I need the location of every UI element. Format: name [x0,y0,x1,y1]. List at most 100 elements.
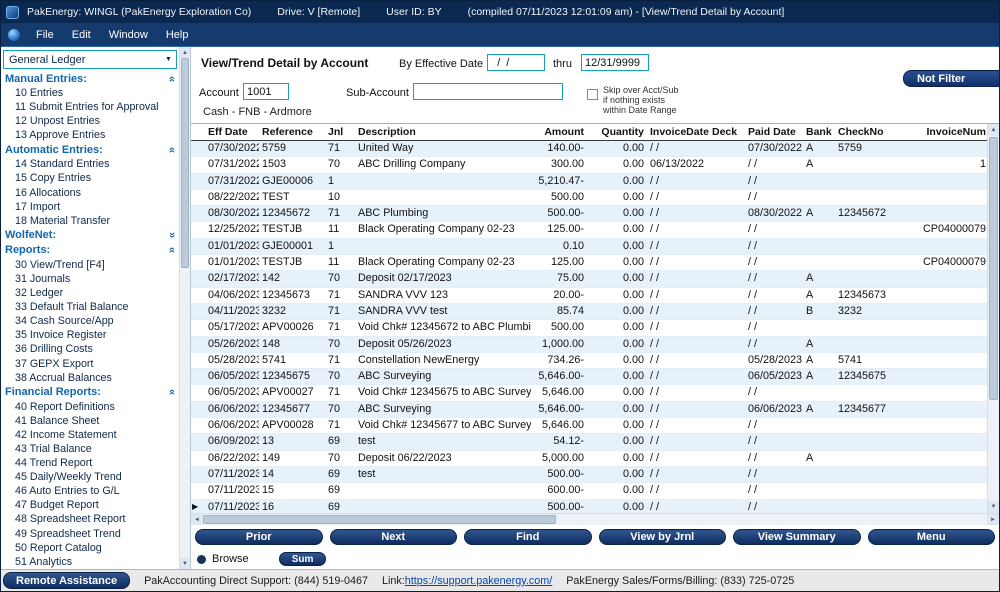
action-button-prior[interactable]: Prior [195,529,323,545]
sidebar-item-37-gepx-export[interactable]: 37 GEPX Export [1,357,179,371]
sidebar-item-40-report-definitions[interactable]: 40 Report Definitions [1,400,179,414]
menu-item-window[interactable]: Window [100,25,157,45]
sidebar-section-financial-reports[interactable]: Financial Reports:» [1,385,179,400]
action-button-next[interactable]: Next [330,529,458,545]
table-vertical-scrollbar[interactable]: ▲ ▼ [987,124,999,513]
column-header-checkno[interactable]: CheckNo [835,124,899,140]
module-selector[interactable]: General Ledger ▼ [3,50,177,69]
table-row[interactable]: 06/05/2023APV0002771Void Chk# 12345675 t… [191,385,987,401]
sidebar-item-47-budget-report[interactable]: 47 Budget Report [1,498,179,512]
sidebar-item-11-submit-entries-for-approval[interactable]: 11 Submit Entries for Approval [1,100,179,114]
sidebar-section-automatic-entries[interactable]: Automatic Entries:» [1,142,179,157]
action-button-view-summary[interactable]: View Summary [733,529,861,545]
date-to-input[interactable] [581,54,649,71]
table-row[interactable]: 05/17/2023APV0002671Void Chk# 12345672 t… [191,320,987,336]
sidebar-item-49-spreadsheet-trend[interactable]: 49 Spreadsheet Trend [1,527,179,541]
sidebar-item-45-daily-weekly-trend[interactable]: 45 Daily/Weekly Trend [1,470,179,484]
column-header-description[interactable]: Description [355,124,531,140]
table-vscroll-track[interactable] [988,136,999,501]
scroll-up-arrow-icon[interactable]: ▲ [988,124,999,136]
sidebar-item-15-copy-entries[interactable]: 15 Copy Entries [1,171,179,185]
support-link[interactable]: https://support.pakenergy.com/ [405,575,552,587]
table-row[interactable]: 04/11/2023323271SANDRA VVV test85.740.00… [191,304,987,320]
not-filter-button[interactable]: Not Filter [903,70,1000,87]
sum-button[interactable]: Sum [279,552,327,566]
table-row[interactable]: 07/30/2022575971United Way140.00-0.00/ /… [191,141,987,157]
sidebar-item-17-import[interactable]: 17 Import [1,200,179,214]
action-button-find[interactable]: Find [464,529,592,545]
column-header-jnl[interactable]: Jnl [325,124,355,140]
sidebar-item-16-allocations[interactable]: 16 Allocations [1,186,179,200]
sidebar-scrollbar[interactable]: ▲ ▼ [179,47,190,569]
sidebar-item-32-ledger[interactable]: 32 Ledger [1,286,179,300]
remote-assistance-button[interactable]: Remote Assistance [3,572,130,589]
sidebar-item-33-default-trial-balance[interactable]: 33 Default Trial Balance [1,300,179,314]
table-row[interactable]: 05/28/2023574171Constellation NewEnergy7… [191,353,987,369]
table-row[interactable]: 02/17/202314270Deposit 02/17/202375.000.… [191,271,987,287]
action-button-view-by-jrnl[interactable]: View by Jrnl [599,529,727,545]
date-from-input[interactable] [487,54,545,71]
table-row[interactable]: 01/01/2023TESTJB11Black Operating Compan… [191,255,987,271]
menu-item-file[interactable]: File [27,25,63,45]
table-row[interactable]: 06/06/2023APV0002871Void Chk# 12345677 t… [191,418,987,434]
sidebar-item-42-income-statement[interactable]: 42 Income Statement [1,428,179,442]
column-header-amount[interactable]: Amount [531,124,587,140]
collapse-chevron-icon[interactable]: » [167,247,177,253]
table-hscroll-thumb[interactable] [203,515,556,524]
table-row[interactable]: 06/06/20231234567770ABC Surveying5,646.0… [191,402,987,418]
dropdown-arrow-icon[interactable]: ▼ [161,56,176,63]
table-row[interactable]: 05/26/202314870Deposit 05/26/20231,000.0… [191,337,987,353]
collapse-chevron-icon[interactable]: » [167,147,177,153]
table-row[interactable]: 01/01/2023GJE0000110.100.00/ // / [191,239,987,255]
table-row[interactable]: 12/25/2022TESTJB11Black Operating Compan… [191,222,987,238]
sidebar-item-46-auto-entries-to-g-l[interactable]: 46 Auto Entries to G/L [1,484,179,498]
table-row[interactable]: 08/22/2022TEST10500.000.00/ // / [191,190,987,206]
table-row[interactable]: 06/09/20231369test54.12-0.00/ // / [191,434,987,450]
table-row[interactable]: 07/31/2022150370ABC Drilling Company300.… [191,157,987,173]
table-row[interactable]: 07/11/20231569600.00-0.00/ // / [191,483,987,499]
expand-chevron-icon[interactable]: » [167,232,177,238]
action-button-menu[interactable]: Menu [868,529,996,545]
column-header-reference[interactable]: Reference [259,124,325,140]
table-row[interactable]: 06/22/202314970Deposit 06/22/20235,000.0… [191,451,987,467]
column-header-eff-date[interactable]: Eff Date [205,124,259,140]
column-header-deck[interactable]: Deck [709,124,745,140]
sidebar-item-41-balance-sheet[interactable]: 41 Balance Sheet [1,414,179,428]
column-header-bank[interactable]: Bank [803,124,835,140]
menu-item-edit[interactable]: Edit [63,25,100,45]
column-header-paid-date[interactable]: Paid Date [745,124,803,140]
sidebar-item-14-standard-entries[interactable]: 14 Standard Entries [1,157,179,171]
sidebar-section-wolfenet[interactable]: WolfeNet:» [1,228,179,243]
table-row[interactable]: 06/05/20231234567570ABC Surveying5,646.0… [191,369,987,385]
sidebar-item-50-report-catalog[interactable]: 50 Report Catalog [1,541,179,555]
table-vscroll-thumb[interactable] [989,137,998,400]
scroll-down-arrow-icon[interactable]: ▼ [180,558,190,569]
sidebar-item-10-entries[interactable]: 10 Entries [1,86,179,100]
sidebar-section-manual-entries[interactable]: Manual Entries:» [1,71,179,86]
scroll-up-arrow-icon[interactable]: ▲ [180,47,190,58]
sidebar-item-18-material-transfer[interactable]: 18 Material Transfer [1,214,179,228]
sidebar-item-43-trial-balance[interactable]: 43 Trial Balance [1,442,179,456]
table-hscroll-track[interactable] [203,514,987,525]
skip-acct-checkbox[interactable] [587,89,598,100]
menu-item-help[interactable]: Help [157,25,198,45]
sidebar-item-36-drilling-costs[interactable]: 36 Drilling Costs [1,342,179,356]
sidebar-item-12-unpost-entries[interactable]: 12 Unpost Entries [1,114,179,128]
sidebar-scroll-thumb[interactable] [181,58,189,268]
collapse-chevron-icon[interactable]: » [167,75,177,81]
account-input[interactable] [243,83,289,100]
table-row[interactable]: 07/31/2022GJE0000615,210.47-0.00/ // / [191,174,987,190]
sidebar-item-51-analytics[interactable]: 51 Analytics [1,555,179,569]
sidebar-item-30-view-trend-f4[interactable]: 30 View/Trend [F4] [1,258,179,272]
scroll-down-arrow-icon[interactable]: ▼ [988,501,999,513]
column-header-invoicenum[interactable]: InvoiceNum [899,124,987,140]
table-row[interactable]: 04/06/20231234567371SANDRA VVV 12320.00-… [191,288,987,304]
table-row[interactable]: 08/30/20221234567271ABC Plumbing500.00-0… [191,206,987,222]
sidebar-item-35-invoice-register[interactable]: 35 Invoice Register [1,328,179,342]
sidebar-item-31-journals[interactable]: 31 Journals [1,272,179,286]
sidebar-item-38-accrual-balances[interactable]: 38 Accrual Balances [1,371,179,385]
sidebar-item-34-cash-source-app[interactable]: 34 Cash Source/App [1,314,179,328]
sub-account-input[interactable] [413,83,563,100]
column-header-quantity[interactable]: Quantity [587,124,647,140]
table-row[interactable]: 07/11/20231469test500.00-0.00/ // / [191,467,987,483]
